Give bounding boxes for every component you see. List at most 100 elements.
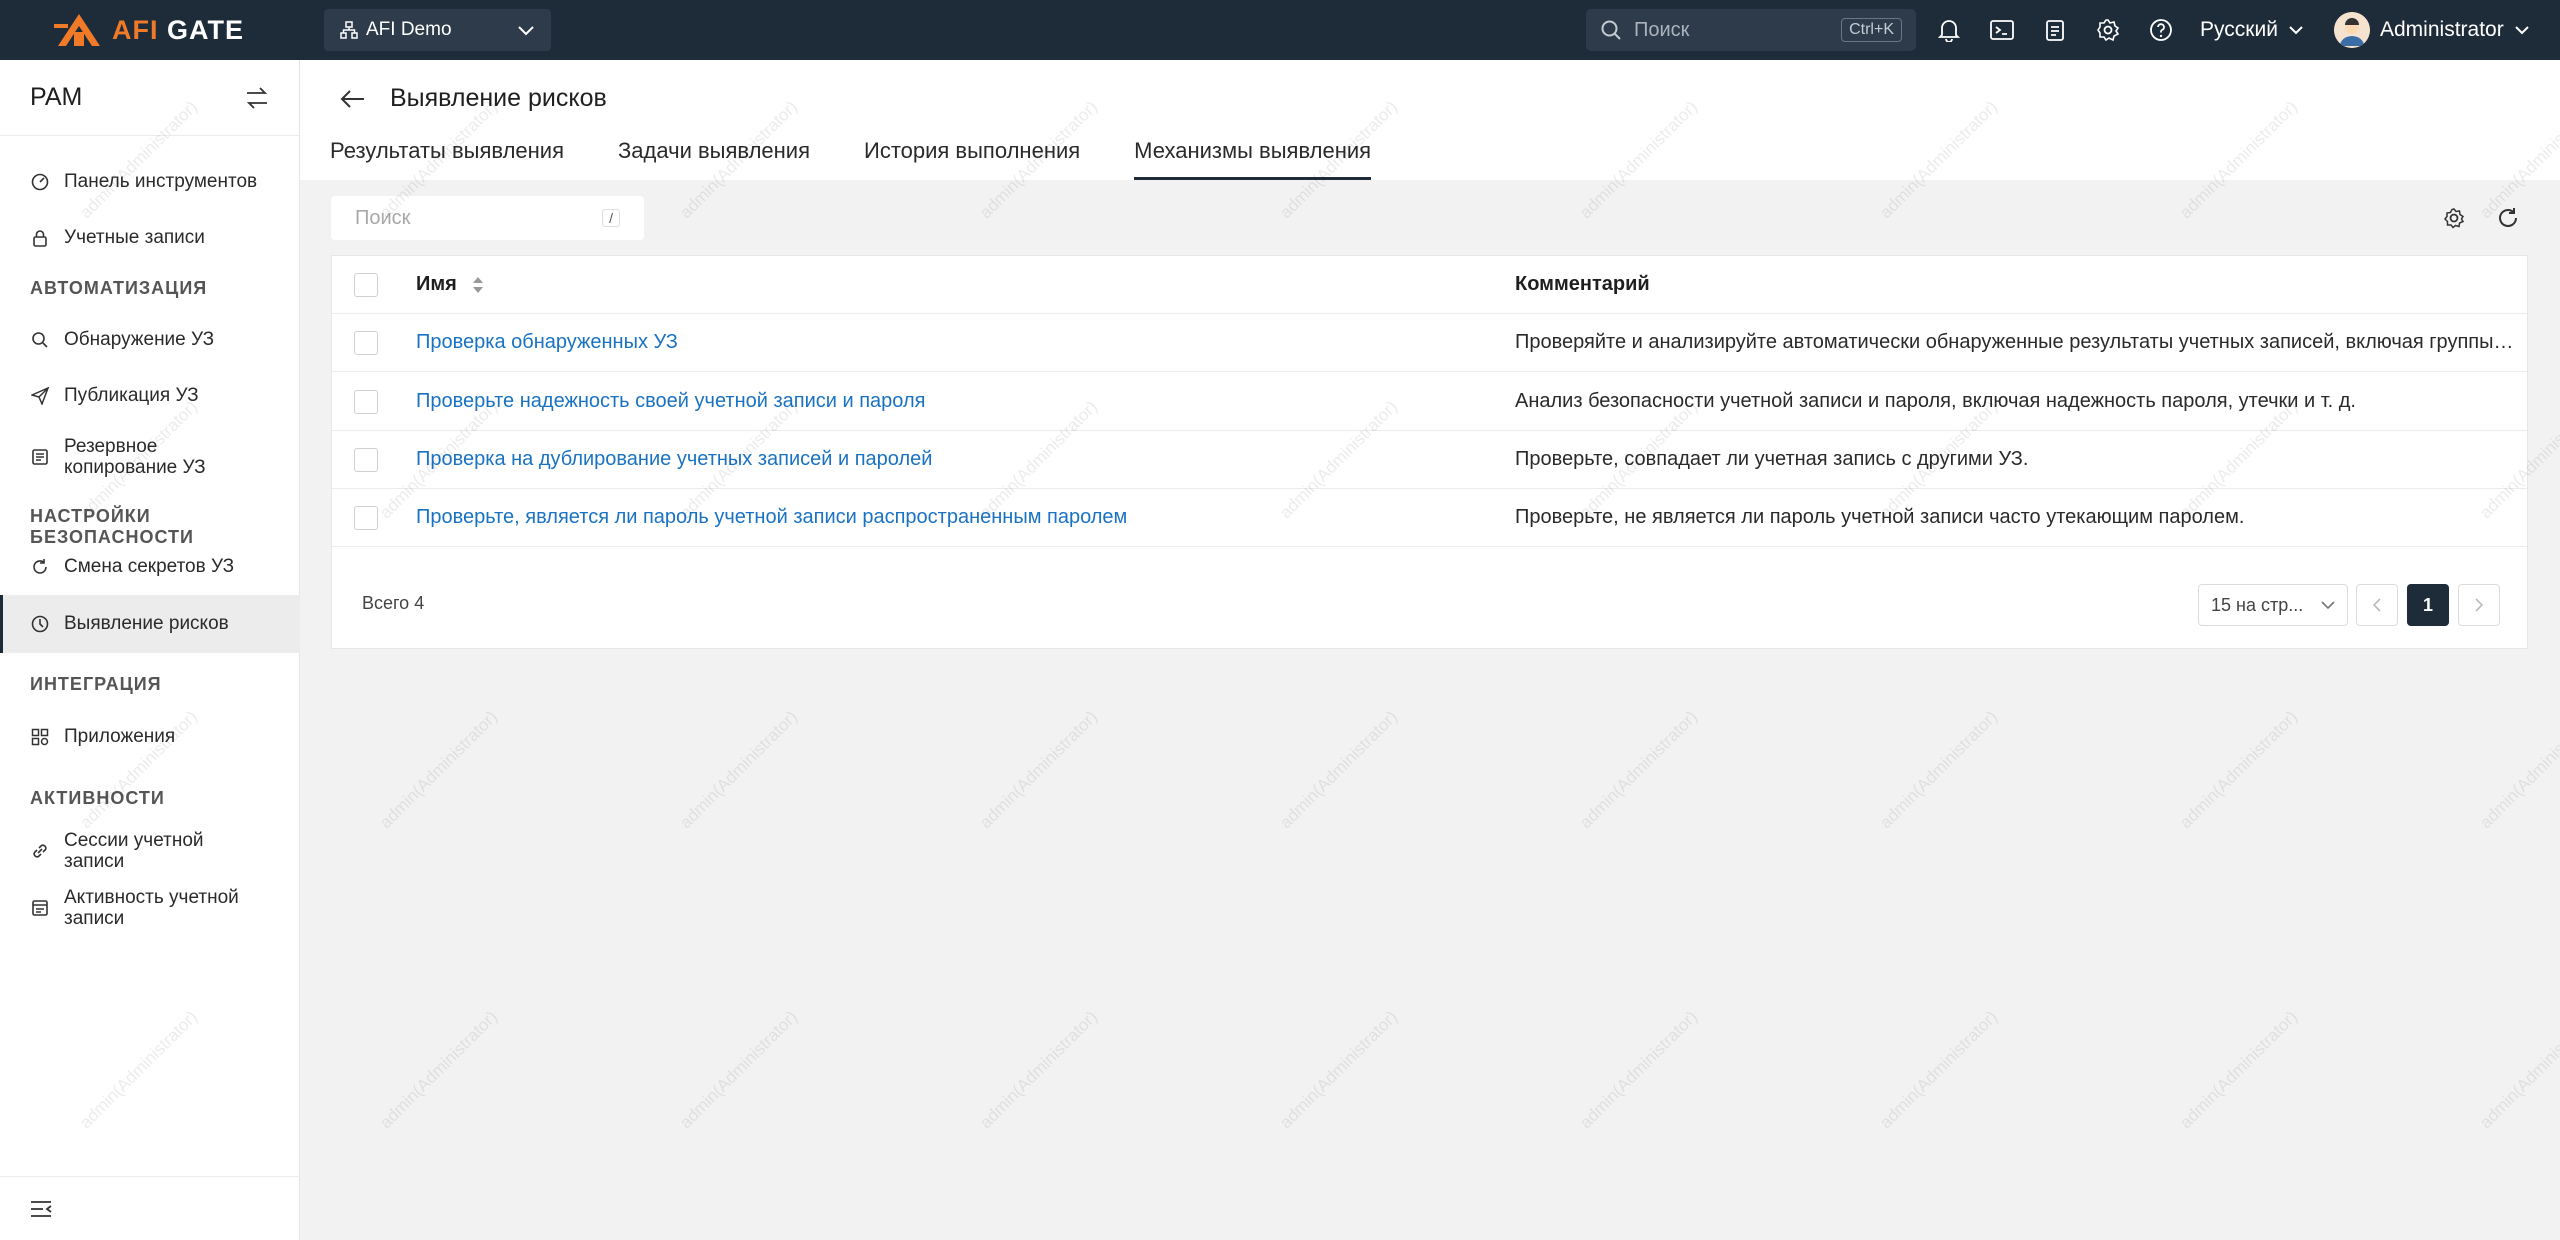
- sidebar-item-label: Приложения: [64, 726, 176, 747]
- prev-page-button[interactable]: [2356, 584, 2398, 626]
- clipboard-icon[interactable]: [2042, 17, 2068, 43]
- switch-icon[interactable]: [245, 86, 269, 109]
- sidebar-item-label: записи: [64, 851, 125, 872]
- lock-icon: [30, 228, 50, 248]
- search-icon: [30, 330, 50, 350]
- organization-select[interactable]: AFI Demo: [324, 9, 551, 51]
- user-menu[interactable]: Administrator: [2334, 10, 2530, 50]
- row-checkbox[interactable]: [354, 505, 378, 530]
- row-checkbox[interactable]: [354, 330, 378, 355]
- page-size-select[interactable]: 15 на стр...: [2198, 584, 2348, 626]
- list-search-shortcut: /: [602, 209, 620, 227]
- sidebar-item-account-sessions[interactable]: Сессии учетной записи: [0, 819, 300, 883]
- terminal-icon[interactable]: [1989, 17, 2015, 43]
- detection-engines-table: Имя Комментарий Проверка обнаруженных УЗ…: [331, 255, 2528, 649]
- page-size-label: 15 на стр...: [2211, 594, 2304, 615]
- table-row: Проверьте, является ли пароль учетной за…: [332, 489, 2527, 547]
- column-header-comment: Комментарий: [1515, 273, 1650, 295]
- refresh-icon[interactable]: [2496, 206, 2520, 230]
- chevron-left-icon: [2372, 598, 2381, 612]
- row-checkbox[interactable]: [354, 389, 378, 414]
- logo[interactable]: AFI GATE: [54, 10, 244, 50]
- row-comment: Анализ безопасности учетной записи и пар…: [1515, 390, 2356, 412]
- language-label: Русский: [2200, 18, 2278, 41]
- settings-icon[interactable]: [2095, 17, 2121, 43]
- search-icon: [1601, 20, 1621, 40]
- sidebar-item-applications[interactable]: Приложения: [0, 709, 300, 765]
- row-comment: Проверяйте и анализируйте автоматически …: [1515, 331, 2515, 353]
- table-settings-icon[interactable]: [2442, 206, 2466, 230]
- sidebar-item-publication[interactable]: Публикация УЗ: [0, 368, 300, 424]
- language-select[interactable]: Русский: [2200, 14, 2304, 46]
- org-icon: [340, 21, 358, 39]
- sidebar-item-label: записи: [64, 908, 125, 929]
- back-arrow-icon[interactable]: [340, 88, 366, 110]
- total-count: Всего 4: [362, 593, 425, 613]
- row-checkbox[interactable]: [354, 447, 378, 472]
- page-button-current[interactable]: 1: [2407, 584, 2449, 626]
- table-row: Проверьте надежность своей учетной запис…: [332, 373, 2527, 431]
- page-title: Выявление рисков: [390, 84, 607, 112]
- watermark-text: admin(Administrator): [676, 707, 802, 833]
- activity-icon: [30, 898, 50, 918]
- watermark-text: admin(Administrator): [2476, 707, 2560, 833]
- select-all-checkbox[interactable]: [354, 272, 378, 297]
- tab-execution-history[interactable]: История выполнения: [864, 136, 1080, 180]
- section-automation: АВТОМАТИЗАЦИЯ: [30, 278, 208, 298]
- table-row: Проверка на дублирование учетных записей…: [332, 431, 2527, 489]
- sidebar-item-label: Панель инструментов: [64, 171, 258, 192]
- sidebar-item-label: Публикация УЗ: [64, 385, 199, 406]
- collapse-menu-icon[interactable]: [30, 1200, 52, 1218]
- sidebar-item-account-activity[interactable]: Активность учетной записи: [0, 876, 300, 940]
- list-search-input[interactable]: Поиск /: [331, 196, 644, 240]
- section-integration: ИНТЕГРАЦИЯ: [30, 674, 162, 694]
- tab-bar: Результаты выявления Задачи выявления Ис…: [330, 136, 1425, 180]
- sidebar-item-label: копирование УЗ: [64, 457, 206, 478]
- sort-icon[interactable]: [472, 275, 484, 295]
- dashboard-icon: [30, 172, 50, 192]
- sidebar-title: PAM: [30, 83, 83, 111]
- global-search-input[interactable]: Поиск Ctrl+K: [1586, 9, 1916, 51]
- row-name-link[interactable]: Проверьте, является ли пароль учетной за…: [416, 506, 1127, 529]
- organization-label: AFI Demo: [366, 19, 452, 40]
- table-header-row: Имя Комментарий: [332, 256, 2527, 314]
- sidebar-item-label: Резервное: [64, 436, 158, 457]
- rotate-icon: [30, 557, 50, 577]
- watermark-text: admin(Administrator): [976, 1007, 1102, 1133]
- watermark-text: admin(Administrator): [1876, 707, 2002, 833]
- sidebar-item-label: Обнаружение УЗ: [64, 329, 215, 350]
- sidebar-item-label: Учетные записи: [64, 227, 205, 248]
- sidebar: PAM Панель инструментов Учетные записи А…: [0, 60, 300, 1240]
- backup-icon: [30, 447, 50, 467]
- watermark-text: admin(Administrator): [2176, 1007, 2302, 1133]
- section-activity: АКТИВНОСТИ: [30, 788, 165, 808]
- top-bar: AFI GATE AFI Demo Поиск Ctrl+K Русский A…: [0, 0, 2560, 60]
- tab-detection-results[interactable]: Результаты выявления: [330, 136, 564, 180]
- help-icon[interactable]: [2148, 17, 2174, 43]
- sidebar-item-accounts[interactable]: Учетные записи: [0, 210, 300, 266]
- row-name-link[interactable]: Проверка на дублирование учетных записей…: [416, 448, 932, 471]
- row-name-link[interactable]: Проверка обнаруженных УЗ: [416, 331, 678, 354]
- watermark-text: admin(Administrator): [2476, 1007, 2560, 1133]
- bell-icon[interactable]: [1936, 17, 1962, 43]
- next-page-button[interactable]: [2458, 584, 2500, 626]
- row-comment: Проверьте, не является ли пароль учетной…: [1515, 506, 2245, 528]
- watermark-text: admin(Administrator): [1876, 1007, 2002, 1133]
- sidebar-item-label: Смена секретов УЗ: [64, 556, 235, 577]
- watermark-text: admin(Administrator): [1276, 707, 1402, 833]
- user-name: Administrator: [2380, 18, 2504, 41]
- sidebar-item-discovery[interactable]: Обнаружение УЗ: [0, 312, 300, 368]
- row-name-link[interactable]: Проверьте надежность своей учетной запис…: [416, 390, 925, 413]
- sidebar-item-secret-rotation[interactable]: Смена секретов УЗ: [0, 539, 300, 595]
- row-comment: Проверьте, совпадает ли учетная запись с…: [1515, 448, 2029, 470]
- sidebar-item-dashboard[interactable]: Панель инструментов: [0, 154, 300, 210]
- sidebar-item-risk-detection[interactable]: Выявление рисков: [0, 595, 300, 653]
- sidebar-footer: [0, 1176, 300, 1240]
- logo-text-a: AFI: [112, 14, 159, 45]
- watermark-text: admin(Administrator): [1576, 1007, 1702, 1133]
- tab-detection-tasks[interactable]: Задачи выявления: [618, 136, 810, 180]
- sidebar-item-backup[interactable]: Резервное копирование УЗ: [0, 424, 300, 490]
- chevron-down-icon: [518, 26, 534, 36]
- tab-detection-engines[interactable]: Механизмы выявления: [1134, 136, 1371, 180]
- watermark-text: admin(Administrator): [976, 707, 1102, 833]
